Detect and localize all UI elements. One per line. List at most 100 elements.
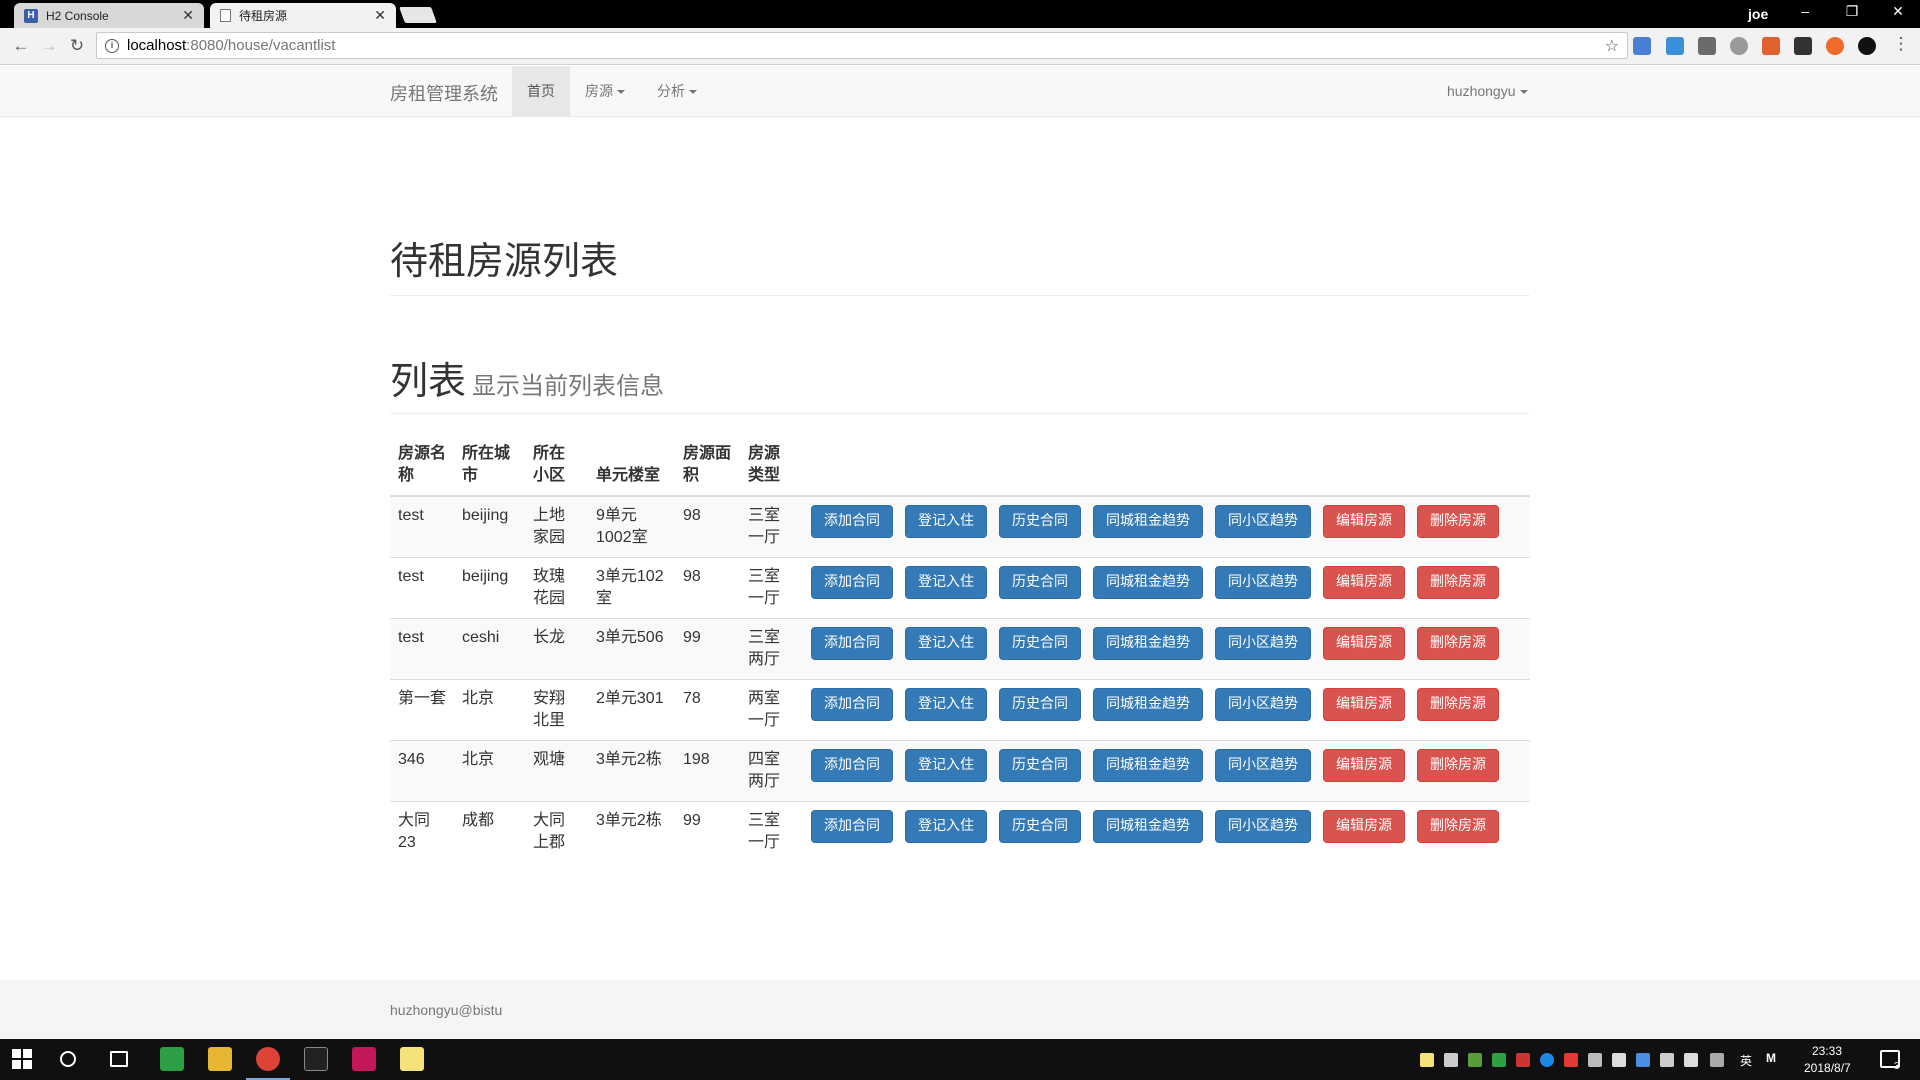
delete-house-button[interactable]: 删除房源 <box>1417 749 1499 782</box>
add-contract-button[interactable]: 添加合同 <box>811 627 893 660</box>
city-rent-trend-button[interactable]: 同城租金趋势 <box>1093 566 1203 599</box>
section-header: 列表 显示当前列表信息 <box>390 350 1530 414</box>
community-trend-button[interactable]: 同小区趋势 <box>1215 505 1311 538</box>
profile-name[interactable]: joe <box>1748 6 1768 22</box>
city-rent-trend-button[interactable]: 同城租金趋势 <box>1093 810 1203 843</box>
windows-start-icon[interactable] <box>12 1049 32 1069</box>
extension-icon[interactable] <box>1794 37 1812 55</box>
check-in-button[interactable]: 登记入住 <box>905 688 987 721</box>
add-contract-button[interactable]: 添加合同 <box>811 566 893 599</box>
app-brand[interactable]: 房租管理系统 <box>390 80 498 106</box>
back-icon[interactable]: ← <box>10 36 32 56</box>
city-rent-trend-button[interactable]: 同城租金趋势 <box>1093 627 1203 660</box>
nav-houses[interactable]: 房源 <box>570 66 640 116</box>
extension-icon[interactable] <box>1858 37 1876 55</box>
tab-close-icon[interactable]: ✕ <box>182 7 194 24</box>
tray-icon[interactable] <box>1612 1053 1626 1067</box>
cell-unit: 3单元506 <box>588 618 675 680</box>
info-icon[interactable]: i <box>105 38 119 53</box>
check-in-button[interactable]: 登记入住 <box>905 810 987 843</box>
clock-time[interactable]: 23:33 <box>1812 1044 1842 1058</box>
pen-icon[interactable] <box>1710 1053 1724 1067</box>
edit-house-button[interactable]: 编辑房源 <box>1323 810 1405 843</box>
file-explorer-icon[interactable] <box>208 1047 232 1071</box>
delete-house-button[interactable]: 删除房源 <box>1417 627 1499 660</box>
add-contract-button[interactable]: 添加合同 <box>811 505 893 538</box>
check-in-button[interactable]: 登记入住 <box>905 749 987 782</box>
chrome-app-icon[interactable] <box>256 1047 280 1071</box>
extension-icon[interactable] <box>1730 37 1748 55</box>
city-rent-trend-button[interactable]: 同城租金趋势 <box>1093 505 1203 538</box>
battery-icon[interactable] <box>1684 1053 1698 1067</box>
wechat-app-icon[interactable] <box>160 1047 184 1071</box>
city-rent-trend-button[interactable]: 同城租金趋势 <box>1093 688 1203 721</box>
community-trend-button[interactable]: 同小区趋势 <box>1215 566 1311 599</box>
delete-house-button[interactable]: 删除房源 <box>1417 505 1499 538</box>
shield-extension-icon[interactable] <box>1762 37 1780 55</box>
network-icon[interactable] <box>1660 1053 1674 1067</box>
edit-house-button[interactable]: 编辑房源 <box>1323 505 1405 538</box>
extension-icon[interactable] <box>1666 37 1684 55</box>
check-in-button[interactable]: 登记入住 <box>905 505 987 538</box>
ime-indicator[interactable]: 英 <box>1740 1052 1752 1069</box>
delete-house-button[interactable]: 删除房源 <box>1417 566 1499 599</box>
delete-house-button[interactable]: 删除房源 <box>1417 688 1499 721</box>
edit-house-button[interactable]: 编辑房源 <box>1323 627 1405 660</box>
cell-unit: 2单元301 <box>588 679 675 741</box>
forward-icon[interactable]: → <box>38 36 60 56</box>
contract-history-button[interactable]: 历史合同 <box>999 505 1081 538</box>
tab-vacant-list[interactable]: 待租房源 ✕ <box>210 3 396 28</box>
delete-house-button[interactable]: 删除房源 <box>1417 810 1499 843</box>
tray-nvidia-icon[interactable] <box>1468 1053 1482 1067</box>
add-contract-button[interactable]: 添加合同 <box>811 810 893 843</box>
tray-icon[interactable] <box>1636 1053 1650 1067</box>
check-in-button[interactable]: 登记入住 <box>905 627 987 660</box>
contract-history-button[interactable]: 历史合同 <box>999 749 1081 782</box>
check-in-button[interactable]: 登记入住 <box>905 566 987 599</box>
community-trend-button[interactable]: 同小区趋势 <box>1215 688 1311 721</box>
search-icon[interactable] <box>60 1051 76 1067</box>
tray-icon[interactable] <box>1564 1053 1578 1067</box>
tray-icon[interactable] <box>1492 1053 1506 1067</box>
volume-icon[interactable] <box>1588 1053 1602 1067</box>
contract-history-button[interactable]: 历史合同 <box>999 810 1081 843</box>
task-view-icon[interactable] <box>110 1051 128 1067</box>
contract-history-button[interactable]: 历史合同 <box>999 627 1081 660</box>
address-bar[interactable]: i localhost:8080/house/vacantlist ☆ <box>96 32 1628 59</box>
city-rent-trend-button[interactable]: 同城租金趋势 <box>1093 749 1203 782</box>
nav-analysis[interactable]: 分析 <box>642 66 712 116</box>
tab-close-icon[interactable]: ✕ <box>374 7 386 24</box>
translate-extension-icon[interactable] <box>1633 37 1651 55</box>
close-window-icon[interactable]: ✕ <box>1878 3 1918 20</box>
menu-dots-icon[interactable]: ⋮ <box>1890 34 1912 54</box>
terminal-app-icon[interactable] <box>304 1047 328 1071</box>
evernote-extension-icon[interactable] <box>1698 37 1716 55</box>
tray-icon[interactable] <box>1444 1053 1458 1067</box>
add-contract-button[interactable]: 添加合同 <box>811 688 893 721</box>
notes-app-icon[interactable] <box>400 1047 424 1071</box>
edit-house-button[interactable]: 编辑房源 <box>1323 749 1405 782</box>
community-trend-button[interactable]: 同小区趋势 <box>1215 627 1311 660</box>
new-tab-button[interactable] <box>399 7 437 23</box>
clock-date[interactable]: 2018/8/7 <box>1804 1061 1851 1075</box>
edit-house-button[interactable]: 编辑房源 <box>1323 566 1405 599</box>
ime-mode-icon[interactable]: M <box>1766 1051 1776 1065</box>
tab-h2-console[interactable]: H H2 Console ✕ <box>14 3 204 28</box>
tray-icon[interactable] <box>1540 1053 1554 1067</box>
community-trend-button[interactable]: 同小区趋势 <box>1215 749 1311 782</box>
add-contract-button[interactable]: 添加合同 <box>811 749 893 782</box>
edit-house-button[interactable]: 编辑房源 <box>1323 688 1405 721</box>
extension-icon[interactable] <box>1826 37 1844 55</box>
contract-history-button[interactable]: 历史合同 <box>999 566 1081 599</box>
community-trend-button[interactable]: 同小区趋势 <box>1215 810 1311 843</box>
nav-home[interactable]: 首页 <box>512 66 570 116</box>
minimize-icon[interactable]: – <box>1785 3 1825 19</box>
tray-notes-icon[interactable] <box>1420 1053 1434 1067</box>
reload-icon[interactable]: ↻ <box>66 36 88 56</box>
restore-icon[interactable]: ❐ <box>1832 3 1872 20</box>
contract-history-button[interactable]: 历史合同 <box>999 688 1081 721</box>
nav-user-menu[interactable]: huzhongyu <box>1432 66 1543 116</box>
intellij-app-icon[interactable] <box>352 1047 376 1071</box>
bookmark-star-icon[interactable]: ☆ <box>1605 36 1619 56</box>
tray-icon[interactable] <box>1516 1053 1530 1067</box>
